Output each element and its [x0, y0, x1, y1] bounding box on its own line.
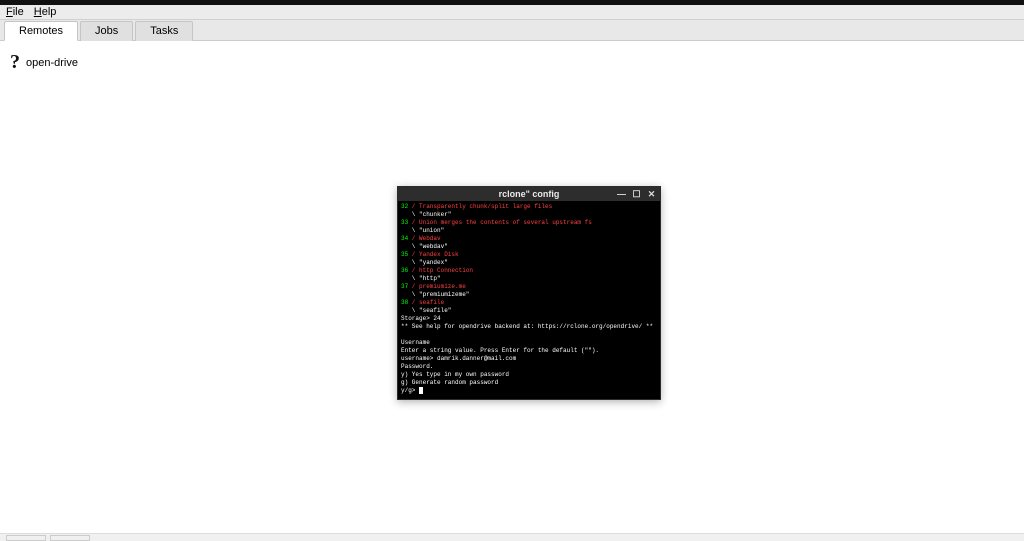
remote-item-opendrive[interactable]: ? open-drive [10, 51, 1014, 74]
terminal-window: rclone" config — ☐ ✕ 32 / Transparently … [397, 186, 661, 400]
bottom-button[interactable] [50, 535, 90, 541]
menu-file[interactable]: File [6, 6, 24, 18]
tab-remotes[interactable]: Remotes [4, 21, 78, 41]
tab-bar: Remotes Jobs Tasks [0, 20, 1024, 41]
terminal-title: rclone" config [499, 189, 560, 199]
maximize-icon[interactable]: ☐ [632, 189, 641, 200]
minimize-icon[interactable]: — [617, 189, 626, 199]
bottom-toolbar [0, 533, 1024, 541]
tab-tasks[interactable]: Tasks [135, 21, 193, 41]
menu-help[interactable]: Help [34, 6, 57, 18]
question-icon: ? [10, 51, 20, 74]
terminal-titlebar[interactable]: rclone" config — ☐ ✕ [398, 187, 660, 201]
menubar: File Help [0, 5, 1024, 20]
bottom-button[interactable] [6, 535, 46, 541]
remote-label: open-drive [26, 57, 78, 69]
terminal-body[interactable]: 32 / Transparently chunk/split large fil… [398, 201, 660, 399]
tab-jobs[interactable]: Jobs [80, 21, 133, 41]
close-icon[interactable]: ✕ [647, 189, 656, 200]
